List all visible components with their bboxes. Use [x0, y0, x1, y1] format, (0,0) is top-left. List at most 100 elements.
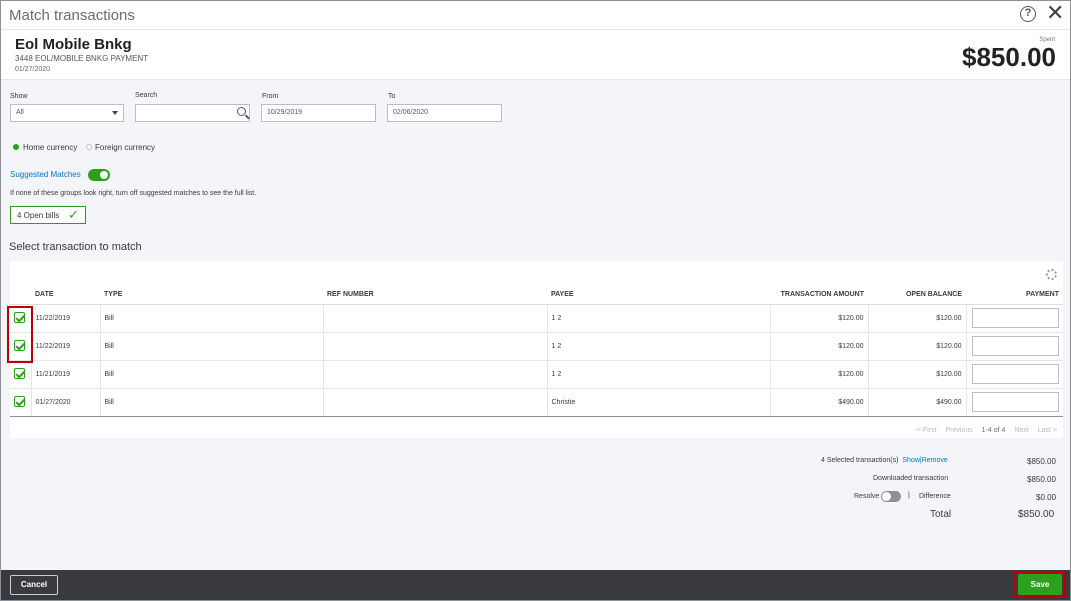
cell-payment — [965, 388, 1063, 417]
help-icon[interactable]: ? — [1020, 6, 1036, 22]
show-link[interactable]: Show — [902, 457, 920, 464]
foreign-currency-radio[interactable] — [86, 144, 92, 150]
downloaded-label: Downloaded transaction — [873, 475, 949, 482]
open-bills-label: 4 Open bills — [17, 211, 60, 220]
difference-label: Difference — [919, 493, 951, 500]
suggested-hint: If none of these groups look right, turn… — [10, 190, 257, 197]
cell-amount: $120.00 — [769, 304, 868, 333]
cell-balance: $120.00 — [867, 304, 966, 333]
column-header-type[interactable]: TYPE — [100, 285, 323, 305]
resolve-toggle[interactable] — [881, 491, 901, 502]
cell-balance: $490.00 — [867, 388, 966, 417]
dialog-title: Match transactions — [9, 7, 135, 24]
search-icon[interactable] — [237, 107, 246, 116]
cell-payment — [965, 304, 1063, 333]
selected-summary: 4 Selected transaction(s) Show|Remove — [821, 457, 948, 464]
toggle-knob — [100, 171, 108, 179]
home-currency-label: Home currency — [23, 143, 78, 152]
spent-amount: $850.00 — [962, 42, 1056, 72]
cell-date: 11/22/2019 — [30, 304, 100, 333]
cell-ref — [322, 304, 547, 333]
selected-value: $850.00 — [1027, 457, 1056, 466]
from-date-value: 10/29/2019 — [267, 109, 303, 116]
difference-value: $0.00 — [1036, 493, 1057, 502]
cell-amount: $120.00 — [769, 360, 868, 389]
row-checkbox[interactable] — [14, 395, 25, 407]
resolve-separator: | — [908, 492, 910, 499]
checkmark-icon: ✓ — [68, 207, 79, 222]
payment-input[interactable] — [971, 392, 1059, 412]
cell-type: Bill — [99, 388, 323, 417]
dialog-footer: Cancel Save — [1, 570, 1070, 600]
gear-icon[interactable] — [1046, 269, 1057, 280]
downloaded-value: $850.00 — [1027, 475, 1056, 484]
chevron-down-icon — [112, 111, 118, 115]
from-date-field[interactable]: 10/29/2019 — [261, 104, 376, 122]
save-highlight-box — [1013, 571, 1066, 598]
column-header-amount[interactable]: TRANSACTION AMOUNT — [770, 285, 868, 305]
remove-link[interactable]: Remove — [922, 457, 948, 464]
cell-type: Bill — [99, 332, 323, 361]
row-checkbox-cell[interactable] — [10, 360, 31, 389]
toggle-knob — [882, 492, 891, 501]
table-row[interactable]: 01/27/2020 Bill Christie $490.00 $490.00 — [10, 388, 1063, 417]
transaction-date: 01/27/2020 — [15, 66, 51, 73]
payment-input[interactable] — [971, 336, 1059, 356]
row-checkbox-cell[interactable] — [10, 388, 31, 417]
cell-balance: $120.00 — [867, 360, 966, 389]
column-header-payment: PAYMENT — [966, 285, 1063, 305]
pager-next[interactable]: Next — [1014, 427, 1028, 434]
total-label: Total — [930, 509, 952, 520]
column-header-payee[interactable]: PAYEE — [547, 285, 770, 305]
table-row[interactable]: 11/22/2019 Bill 1 2 $120.00 $120.00 — [10, 304, 1063, 333]
column-header-balance[interactable]: OPEN BALANCE — [868, 285, 966, 305]
cell-payee: 1 2 — [546, 360, 770, 389]
cell-amount: $490.00 — [769, 388, 868, 417]
pager-range: 1-4 of 4 — [981, 427, 1006, 434]
checkbox-highlight-box — [7, 306, 33, 363]
payment-input[interactable] — [971, 308, 1059, 328]
suggested-matches-toggle[interactable] — [88, 169, 110, 181]
to-date-field[interactable]: 02/06/2020 — [387, 104, 502, 122]
cell-ref — [322, 332, 547, 361]
show-label: Show — [10, 93, 28, 100]
cell-date: 11/21/2019 — [30, 360, 100, 389]
column-header-date[interactable]: DATE — [31, 285, 100, 305]
home-currency-radio[interactable] — [13, 144, 19, 150]
transaction-description: 3448 EOL/MOBILE BNKG PAYMENT — [15, 54, 149, 63]
column-header-ref[interactable]: REF NUMBER — [323, 285, 547, 305]
transactions-table-card: DATE TYPE REF NUMBER PAYEE TRANSACTION A… — [10, 261, 1063, 438]
show-select[interactable]: All — [10, 104, 124, 122]
cell-payee: 1 2 — [546, 332, 770, 361]
cell-payment — [965, 332, 1063, 361]
table-row[interactable]: 11/22/2019 Bill 1 2 $120.00 $120.00 — [10, 332, 1063, 361]
cell-date: 11/22/2019 — [30, 332, 100, 361]
row-checkbox[interactable] — [14, 367, 25, 379]
search-input[interactable] — [135, 104, 250, 122]
cell-balance: $120.00 — [867, 332, 966, 361]
cell-type: Bill — [99, 304, 323, 333]
cell-payee: Christie — [546, 388, 770, 417]
close-icon[interactable]: ✕ — [1046, 2, 1064, 24]
cell-payment — [965, 360, 1063, 389]
cancel-button[interactable]: Cancel — [10, 575, 58, 595]
pager-last[interactable]: Last > — [1038, 427, 1057, 434]
cell-date: 01/27/2020 — [30, 388, 100, 417]
pager-previous[interactable]: Previous — [945, 427, 972, 434]
section-title: Select transaction to match — [9, 241, 142, 253]
selected-count-label: 4 Selected transaction(s) — [821, 457, 899, 464]
pager-first[interactable]: < First — [917, 427, 937, 434]
open-bills-group[interactable]: 4 Open bills ✓ — [10, 206, 86, 224]
cell-type: Bill — [99, 360, 323, 389]
to-label: To — [388, 93, 396, 100]
transactions-table: DATE TYPE REF NUMBER PAYEE TRANSACTION A… — [10, 285, 1063, 417]
transaction-header: Eol Mobile Bnkg 3448 EOL/MOBILE BNKG PAY… — [1, 30, 1070, 80]
table-row[interactable]: 11/21/2019 Bill 1 2 $120.00 $120.00 — [10, 360, 1063, 389]
payment-input[interactable] — [971, 364, 1059, 384]
suggested-matches-label[interactable]: Suggested Matches — [10, 170, 81, 179]
search-label: Search — [135, 92, 158, 99]
show-select-value: All — [16, 109, 24, 116]
total-value: $850.00 — [1018, 509, 1055, 520]
from-label: From — [262, 93, 279, 100]
table-header-row: DATE TYPE REF NUMBER PAYEE TRANSACTION A… — [10, 285, 1063, 305]
